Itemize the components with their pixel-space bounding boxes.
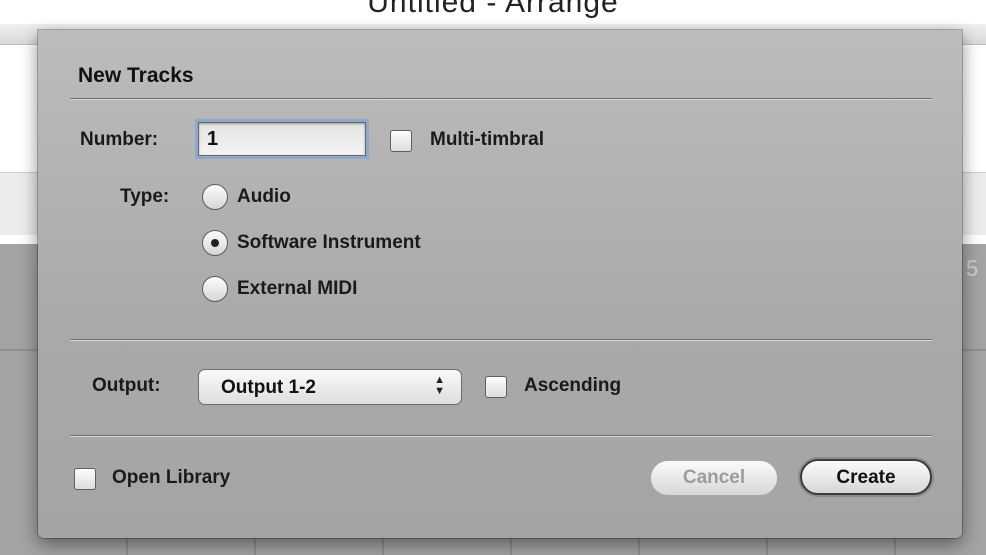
multi-timbral-checkbox[interactable]: [390, 130, 412, 152]
number-field[interactable]: [198, 122, 366, 156]
output-popup-value: Output 1-2: [221, 377, 316, 398]
radio-external-midi-label[interactable]: External MIDI: [237, 278, 357, 300]
output-divider: [70, 435, 932, 437]
radio-software-instrument-label[interactable]: Software Instrument: [237, 232, 421, 254]
output-popup[interactable]: Output 1-2 ▲ ▼: [198, 369, 462, 405]
cancel-button[interactable]: Cancel: [650, 460, 778, 496]
output-label: Output:: [92, 375, 161, 396]
ascending-label[interactable]: Ascending: [524, 375, 621, 397]
type-divider: [70, 339, 932, 341]
radio-external-midi[interactable]: [202, 276, 228, 302]
multi-timbral-label[interactable]: Multi-timbral: [430, 129, 544, 151]
window-title: Untitled - Arrange: [367, 0, 619, 19]
type-label: Type:: [120, 186, 170, 207]
open-library-label[interactable]: Open Library: [112, 467, 230, 489]
create-button[interactable]: Create: [800, 459, 932, 495]
radio-software-instrument[interactable]: [202, 230, 228, 256]
radio-audio-label[interactable]: Audio: [237, 186, 291, 208]
up-down-chevron-icon: ▲ ▼: [434, 374, 445, 397]
ascending-checkbox[interactable]: [485, 376, 507, 398]
window-titlebar: Untitled - Arrange: [0, 0, 986, 24]
radio-audio[interactable]: [202, 184, 228, 210]
ruler-number: 5: [966, 256, 979, 281]
dialog-title: New Tracks: [78, 64, 194, 87]
new-tracks-dialog: New Tracks Number: Multi-timbral Type: A…: [38, 30, 962, 538]
number-label: Number:: [80, 129, 159, 150]
title-divider: [70, 98, 932, 100]
open-library-checkbox[interactable]: [74, 468, 96, 490]
